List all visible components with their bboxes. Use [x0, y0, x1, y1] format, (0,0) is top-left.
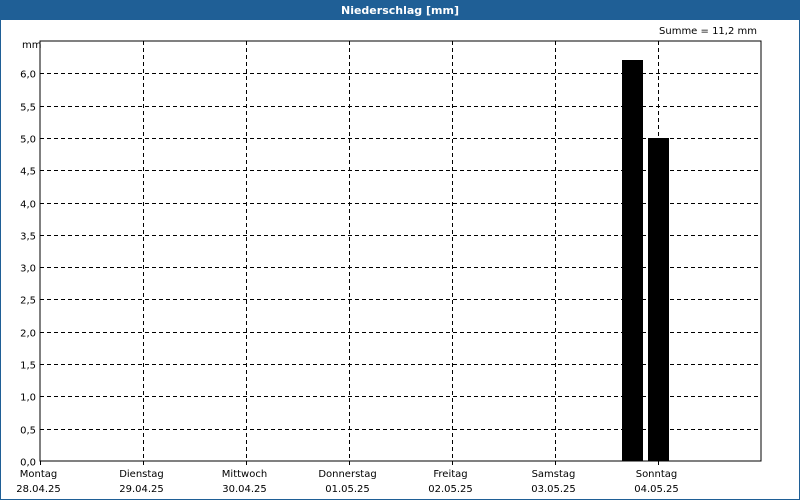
x-tick-weekday: Sonntag: [636, 469, 678, 480]
y-tick-label: 3,0: [20, 264, 36, 275]
y-tick-label: 6,0: [20, 70, 36, 81]
x-tick-date: 30.04.25: [222, 484, 267, 495]
x-tick-date: 28.04.25: [16, 484, 61, 495]
x-tick-date: 01.05.25: [325, 484, 370, 495]
x-tick-weekday: Donnerstag: [318, 469, 376, 480]
x-tick-weekday: Samstag: [532, 469, 576, 480]
precipitation-chart: 0,0 0,5 1,0 1,5 2,0 2,5 3,0 3,5 4,0 4,5 5,0 5,5 6,0 m…: [16, 40, 762, 495]
y-tick-label: 2,0: [20, 329, 36, 340]
precip-bar: [648, 138, 669, 461]
y-tick-label: 5,0: [20, 135, 36, 146]
y-tick-label: 1,5: [20, 361, 36, 372]
y-tick-label: 4,0: [20, 200, 36, 211]
x-tick-date: 29.04.25: [119, 484, 164, 495]
y-axis-label: mm: [22, 40, 41, 51]
x-tick-weekday: Dienstag: [119, 469, 164, 480]
x-tick-date: 02.05.25: [428, 484, 473, 495]
y-tick-label: 4,5: [20, 167, 36, 178]
y-tick-label: 3,5: [20, 232, 36, 243]
y-tick-label: 0,5: [20, 426, 36, 437]
y-tick-label: 2,5: [20, 296, 36, 307]
y-tick-label: 1,0: [20, 393, 36, 404]
x-tick-weekday: Freitag: [433, 469, 467, 480]
x-tick-date: 04.05.25: [634, 484, 679, 495]
precip-bar: [622, 60, 643, 461]
x-tick-weekday: Mittwoch: [222, 469, 267, 480]
y-tick-label: 5,5: [20, 103, 36, 114]
x-tick-weekday: Montag: [20, 469, 57, 480]
y-tick-label: 0,0: [20, 458, 36, 469]
x-tick-date: 03.05.25: [531, 484, 576, 495]
